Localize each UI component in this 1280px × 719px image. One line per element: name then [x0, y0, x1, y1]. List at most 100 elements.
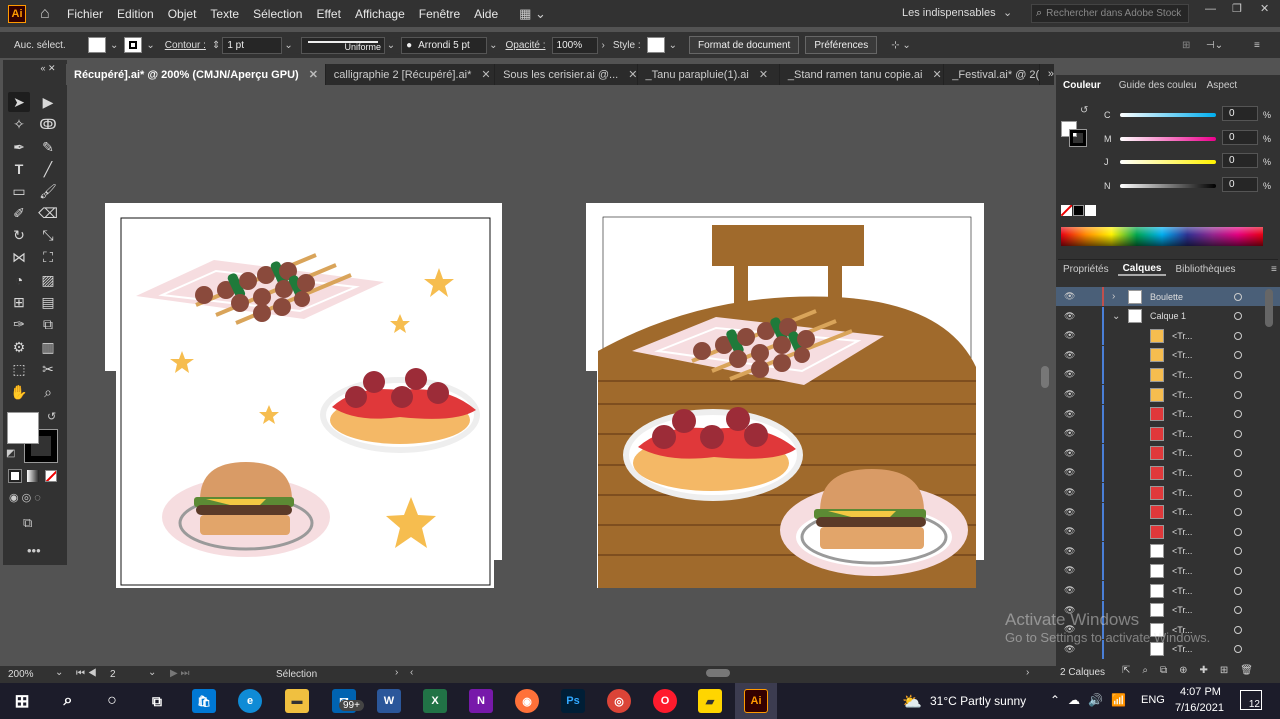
onenote-icon[interactable]: N	[469, 689, 493, 713]
panel-menu-icon[interactable]: ≡	[1254, 40, 1260, 51]
target-circle-icon[interactable]	[1234, 547, 1242, 556]
hand-tool-icon[interactable]: ✋	[8, 382, 30, 402]
tab-aspect[interactable]: Aspect	[1202, 80, 1243, 91]
file-explorer-icon[interactable]: ▬	[285, 689, 309, 713]
cortana-icon[interactable]: ○	[100, 689, 124, 713]
menu-aide[interactable]: Aide	[467, 7, 505, 21]
white-swatch[interactable]	[1085, 205, 1096, 216]
profile-chevron-icon[interactable]: ⌄	[387, 40, 395, 51]
channel-n-input[interactable]: 0	[1222, 177, 1258, 192]
target-circle-icon[interactable]	[1234, 488, 1242, 497]
windows-start-icon[interactable]: ⊞	[10, 689, 34, 713]
target-circle-icon[interactable]	[1234, 429, 1242, 438]
visibility-eye-icon[interactable]: 👁	[1064, 428, 1075, 439]
mesh-tool-icon[interactable]: ⊞	[8, 292, 30, 312]
notification-icon[interactable]: 12	[1240, 690, 1262, 710]
tab-document-1[interactable]: Récupéré].ai* @ 200% (CMJN/Aperçu GPU) ✕	[66, 64, 326, 85]
weather-icon[interactable]: ⛅	[902, 692, 922, 712]
visibility-eye-icon[interactable]: 👁	[1064, 369, 1075, 380]
width-tool-icon[interactable]: ⋈	[8, 247, 30, 267]
brush-select[interactable]: ● Arrondi 5 pt	[401, 36, 488, 54]
channel-m-input[interactable]: 0	[1222, 130, 1258, 145]
rectangle-tool-icon[interactable]: ▭	[8, 181, 30, 201]
horizontal-scrollbar[interactable]	[706, 669, 730, 677]
target-circle-icon[interactable]	[1234, 527, 1242, 536]
sublayer-row[interactable]: 👁 <Tr...	[1056, 463, 1280, 483]
stock-search-input[interactable]: ⌕ Rechercher dans Adobe Stock	[1031, 4, 1189, 23]
tray-icons[interactable]: ⌃☁🔊📶	[1050, 693, 1134, 707]
none-mode-button[interactable]	[45, 470, 57, 482]
document-format-button[interactable]: Format de document	[689, 36, 800, 54]
lasso-tool-icon[interactable]: ↂ	[37, 114, 59, 134]
type-tool-icon[interactable]: T	[8, 159, 30, 179]
zoom-level[interactable]: 200%	[8, 669, 34, 680]
sublayer-row[interactable]: 👁 <Tr...	[1056, 522, 1280, 542]
line-tool-icon[interactable]: ╱	[37, 159, 59, 179]
align-icon[interactable]: ⊹ ⌄	[891, 40, 911, 51]
sublayer-row[interactable]: 👁 <Tr...	[1056, 326, 1280, 346]
visibility-eye-icon[interactable]: 👁	[1064, 467, 1075, 478]
chevron-down-icon[interactable]: ⌄	[1112, 311, 1120, 322]
target-circle-icon[interactable]	[1234, 566, 1242, 575]
sticky-notes-icon[interactable]: ▰	[698, 689, 722, 713]
target-circle-icon[interactable]	[1234, 606, 1242, 615]
sublayer-row[interactable]: 👁 <Tr...	[1056, 502, 1280, 522]
search-icon[interactable]: ⌕	[56, 689, 80, 713]
paintbrush-tool-icon[interactable]: 🖌	[37, 181, 59, 201]
eraser-tool-icon[interactable]: ⌫	[37, 203, 59, 223]
gradient-tool-icon[interactable]: ▤	[37, 292, 59, 312]
panel-stroke-swatch[interactable]	[1069, 129, 1087, 147]
sublayer-row[interactable]: 👁 <Tr...	[1056, 483, 1280, 502]
arrange-documents-icon[interactable]: ▦ ⌄	[519, 6, 546, 22]
menu-selection[interactable]: Sélection	[246, 7, 309, 21]
visibility-eye-icon[interactable]: 👁	[1064, 565, 1075, 576]
stroke-weight-chevron-icon[interactable]: ⌄	[284, 40, 292, 51]
black-swatch[interactable]	[1073, 205, 1084, 216]
scale-tool-icon[interactable]: ⤡	[37, 225, 59, 245]
menu-effet[interactable]: Effet	[309, 7, 347, 21]
fill-swatch[interactable]	[88, 37, 106, 53]
isolate-icon[interactable]: ⊣⌄	[1206, 40, 1223, 51]
target-circle-icon[interactable]	[1234, 312, 1242, 321]
minimize-icon[interactable]: —	[1205, 3, 1216, 15]
magic-wand-tool-icon[interactable]: ✧	[8, 114, 30, 134]
target-circle-icon[interactable]	[1234, 370, 1242, 379]
visibility-eye-icon[interactable]: 👁	[1064, 389, 1075, 400]
blend-tool-icon[interactable]: ⧉	[37, 314, 59, 334]
sublayer-row[interactable]: 👁 <Tr...	[1056, 365, 1280, 385]
target-circle-icon[interactable]	[1234, 410, 1242, 419]
target-circle-icon[interactable]	[1234, 508, 1242, 517]
illustrator-taskbar-icon[interactable]: Ai	[744, 689, 768, 713]
more-tools-icon[interactable]: •••	[27, 543, 41, 558]
photoshop-icon[interactable]: Ps	[561, 689, 585, 713]
sublayer-row[interactable]: 👁 <Tr...	[1056, 385, 1280, 404]
visibility-eye-icon[interactable]: 👁	[1064, 409, 1075, 420]
first-artboard-icon[interactable]: ⏮ ◀	[76, 668, 97, 679]
channel-j-input[interactable]: 0	[1222, 153, 1258, 168]
tab-close-icon[interactable]: ✕	[309, 68, 318, 81]
pen-tool-icon[interactable]: ✒	[8, 137, 30, 157]
scroll-left-icon[interactable]: ‹	[410, 667, 413, 678]
screen-mode-icon[interactable]: ⧉	[23, 515, 32, 531]
opacity-arrow-icon[interactable]: ›	[602, 40, 605, 51]
tab-close-icon[interactable]: ✕	[628, 68, 636, 81]
tab-document-4[interactable]: _Tanu parapluie(1).ai ✕	[638, 64, 780, 85]
clock-date[interactable]: 7/16/2021	[1175, 702, 1224, 714]
scroll-right-icon[interactable]: ›	[1026, 667, 1029, 678]
tab-close-icon[interactable]: ✕	[759, 68, 768, 81]
firefox-icon[interactable]: ◉	[515, 689, 539, 713]
stroke-weight-input[interactable]: 1 pt	[222, 36, 283, 54]
weather-text[interactable]: 31°C Partly sunny	[930, 694, 1026, 708]
visibility-eye-icon[interactable]: 👁	[1064, 291, 1075, 302]
style-chevron-icon[interactable]: ⌄	[669, 40, 677, 51]
word-icon[interactable]: W	[377, 689, 401, 713]
sublayer-row[interactable]: 👁 <Tr...	[1056, 424, 1280, 444]
excel-icon[interactable]: X	[423, 689, 447, 713]
next-artboard-icon[interactable]: ▶ ⏭	[170, 668, 189, 679]
tab-document-2[interactable]: calligraphie 2 [Récupéré].ai* ✕	[326, 64, 496, 85]
perspective-grid-tool-icon[interactable]: ▨	[37, 270, 59, 290]
canvas-area[interactable]	[66, 85, 1054, 666]
menu-objet[interactable]: Objet	[161, 7, 204, 21]
target-circle-icon[interactable]	[1234, 586, 1242, 595]
artboard-chevron-icon[interactable]: ⌄	[148, 667, 156, 678]
